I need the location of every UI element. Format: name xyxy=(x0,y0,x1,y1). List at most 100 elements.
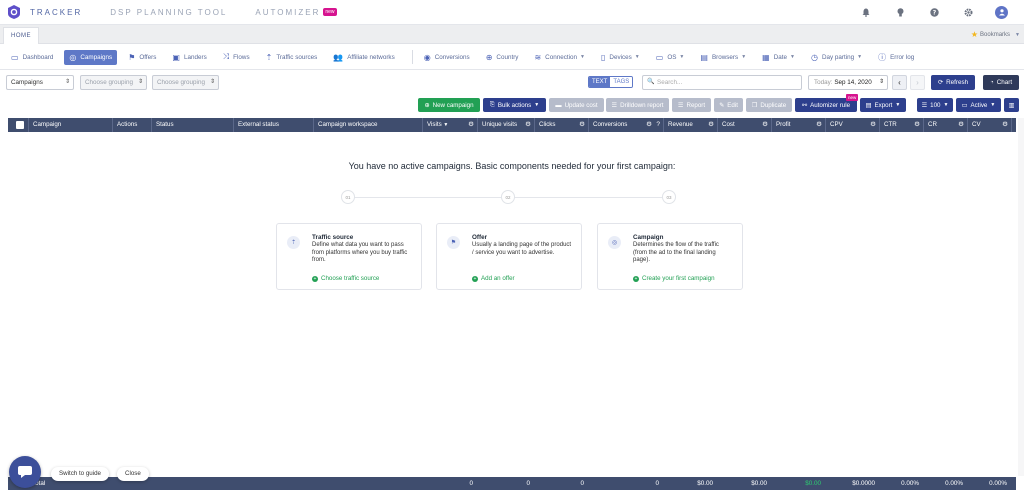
nav-campaigns[interactable]: ◎ Campaigns xyxy=(64,49,118,65)
nav-day-parting[interactable]: ◷ Day parting ▼ xyxy=(806,50,867,65)
column-cv[interactable]: CV ⚙ xyxy=(967,118,1012,132)
chart-button[interactable]: ◔ Chart xyxy=(983,75,1019,90)
column-unique-visits[interactable]: Unique visits ⚙ xyxy=(477,118,535,132)
status-filter-button[interactable]: ▭ Active ▼ xyxy=(956,98,1001,112)
choose-traffic-source-link[interactable]: + Choose traffic source xyxy=(312,275,379,282)
nav-browsers[interactable]: ▤ Browsers ▼ xyxy=(695,50,751,65)
nav-offers[interactable]: ⚑ Offers xyxy=(123,50,161,65)
nav-landers[interactable]: ▣ Landers xyxy=(167,50,211,65)
action-toolbar: ⊕ New campaign ⎘ Bulk actions ▼ ▬ Update cos… xyxy=(0,97,1024,113)
nav-connection[interactable]: ≋ Connection ▼ xyxy=(529,50,590,65)
column-actions[interactable]: Actions xyxy=(112,118,152,132)
plus-circle-icon: + xyxy=(312,275,318,282)
column-cr[interactable]: CR ⚙ xyxy=(923,118,968,132)
nav-date[interactable]: ▦ Date ▼ xyxy=(757,50,800,65)
drilldown-report-button[interactable]: ☰ Drilldown report xyxy=(606,98,669,112)
gear-icon[interactable]: ⚙ xyxy=(762,118,768,132)
toggle-tags[interactable]: TAGS xyxy=(610,77,633,87)
total-ctr: 0.00% xyxy=(901,480,919,487)
date-picker[interactable]: Today: Sep 14, 2020 ⇕ xyxy=(808,75,888,90)
duplicate-button[interactable]: ❐ Duplicate xyxy=(746,98,792,112)
tab-home[interactable]: HOME xyxy=(3,27,39,44)
lightbulb-icon[interactable] xyxy=(893,5,907,19)
topnav-automizer[interactable]: AUTOMIZER new xyxy=(255,8,337,17)
nav-flows[interactable]: ⤨ Flows xyxy=(218,50,255,65)
gear-icon[interactable]: ⚙ xyxy=(958,118,964,132)
report-button[interactable]: ☰ Report xyxy=(672,98,711,112)
gear-icon[interactable]: ⚙ xyxy=(468,118,474,132)
create-campaign-link[interactable]: + Create your first campaign xyxy=(633,275,715,282)
nav-devices[interactable]: ▯ Devices ▼ xyxy=(596,50,645,65)
new-campaign-button[interactable]: ⊕ New campaign xyxy=(418,98,480,112)
page-size-button[interactable]: ☰ 100 ▼ xyxy=(917,98,953,112)
date-prev-button[interactable]: ‹ xyxy=(892,75,907,90)
column-revenue[interactable]: Revenue ⚙ xyxy=(663,118,718,132)
toggle-text[interactable]: TEXT xyxy=(589,77,611,87)
total-cr: 0.00% xyxy=(945,480,963,487)
close-chat-button[interactable]: Close xyxy=(117,467,149,481)
gear-icon[interactable]: ⚙ xyxy=(914,118,920,132)
update-cost-button[interactable]: ▬ Update cost xyxy=(549,98,604,112)
vertical-scrollbar[interactable] xyxy=(1018,118,1024,476)
totals-row: Total 0 0 0 0 $0.00 $0.00 $0.00 $0.0000 … xyxy=(8,477,1016,490)
column-campaign[interactable]: Campaign xyxy=(28,118,114,132)
column-campaign-workspace[interactable]: Campaign workspace xyxy=(313,118,423,132)
gear-icon[interactable]: ⚙ xyxy=(579,118,585,132)
column-external-status[interactable]: External status xyxy=(233,118,314,132)
topnav-tracker[interactable]: TRACKER xyxy=(30,8,82,17)
column-status[interactable]: Status xyxy=(151,118,234,132)
nav-conversions[interactable]: ◉ Conversions xyxy=(419,50,475,65)
topnav-dsp-planning-tool[interactable]: DSP PLANNING TOOL xyxy=(110,8,227,17)
grouping-select-1[interactable]: Campaigns ⇕ xyxy=(6,75,74,90)
nav-os[interactable]: ▭ OS ▼ xyxy=(651,50,690,65)
logo-icon[interactable] xyxy=(8,5,20,19)
grouping-select-2[interactable]: Choose grouping ⇕ xyxy=(80,75,147,90)
nav-divider xyxy=(411,50,413,64)
nav-traffic-sources[interactable]: ⇡ Traffic sources xyxy=(261,50,323,65)
column-visits[interactable]: Visits ▼ ⚙ xyxy=(422,118,478,132)
clock-icon: ◷ xyxy=(810,52,818,62)
bookmarks-button[interactable]: ★ Bookmarks ▼ xyxy=(971,30,1020,39)
column-cpv[interactable]: CPV ⚙ xyxy=(825,118,880,132)
gear-icon[interactable]: ⚙ xyxy=(708,118,714,132)
date-next-button[interactable]: › xyxy=(910,75,925,90)
gear-icon[interactable]: ⚙ xyxy=(816,118,822,132)
list-icon: ☰ xyxy=(921,101,928,109)
gear-icon[interactable]: ⚙ xyxy=(870,118,876,132)
gear-icon[interactable]: ⚙ xyxy=(646,118,652,132)
card-campaign: ◎ Campaign Determines the flow of the tr… xyxy=(597,223,743,290)
column-cost[interactable]: Cost ⚙ xyxy=(717,118,772,132)
select-all-checkbox[interactable] xyxy=(16,121,24,129)
total-profit: $0.00 xyxy=(805,480,821,487)
edit-button[interactable]: ✎ Edit xyxy=(714,98,743,112)
columns-button[interactable]: ▥ xyxy=(1004,98,1019,112)
grouping-select-3[interactable]: Choose grouping ⇕ xyxy=(152,75,219,90)
avatar[interactable] xyxy=(995,5,1008,19)
nav-error-log[interactable]: ⓘ Error log xyxy=(873,50,919,65)
top-navbar: TRACKER DSP PLANNING TOOL AUTOMIZER new ? xyxy=(0,0,1024,25)
column-profit[interactable]: Profit ⚙ xyxy=(771,118,826,132)
column-ctr[interactable]: CTR ⚙ xyxy=(879,118,924,132)
bell-icon[interactable] xyxy=(859,5,873,19)
calendar-icon: ▦ xyxy=(762,52,770,62)
search-input[interactable]: 🔍 Search... xyxy=(642,75,802,90)
column-conversions[interactable]: Conversions ⚙? xyxy=(588,118,664,132)
add-offer-link[interactable]: + Add an offer xyxy=(472,275,515,282)
gear-icon[interactable] xyxy=(961,5,975,19)
gear-icon[interactable]: ⚙ xyxy=(1002,118,1008,132)
switch-to-guide-button[interactable]: Switch to guide xyxy=(51,467,109,481)
bulk-actions-button[interactable]: ⎘ Bulk actions ▼ xyxy=(483,98,546,112)
nav-dashboard[interactable]: ▭ Dashboard xyxy=(6,50,58,65)
nav-affiliate-networks[interactable]: 👥 Affiliate networks xyxy=(328,50,399,65)
refresh-button[interactable]: ⟳ Refresh xyxy=(931,75,975,90)
column-clicks[interactable]: Clicks ⚙ xyxy=(534,118,589,132)
gear-icon[interactable]: ⚙ xyxy=(525,118,531,132)
chat-button[interactable] xyxy=(9,456,41,488)
help-icon[interactable]: ? xyxy=(656,118,660,132)
nav-country[interactable]: ⊕ Country xyxy=(481,50,524,65)
column-ro[interactable]: RO xyxy=(1011,118,1016,132)
export-button[interactable]: ▤ Export ▼ xyxy=(860,98,906,112)
chevron-down-icon: ▼ xyxy=(634,54,640,60)
filter-row: Campaigns ⇕ Choose grouping ⇕ Choose group… xyxy=(0,72,1024,92)
help-icon[interactable]: ? xyxy=(927,5,941,19)
